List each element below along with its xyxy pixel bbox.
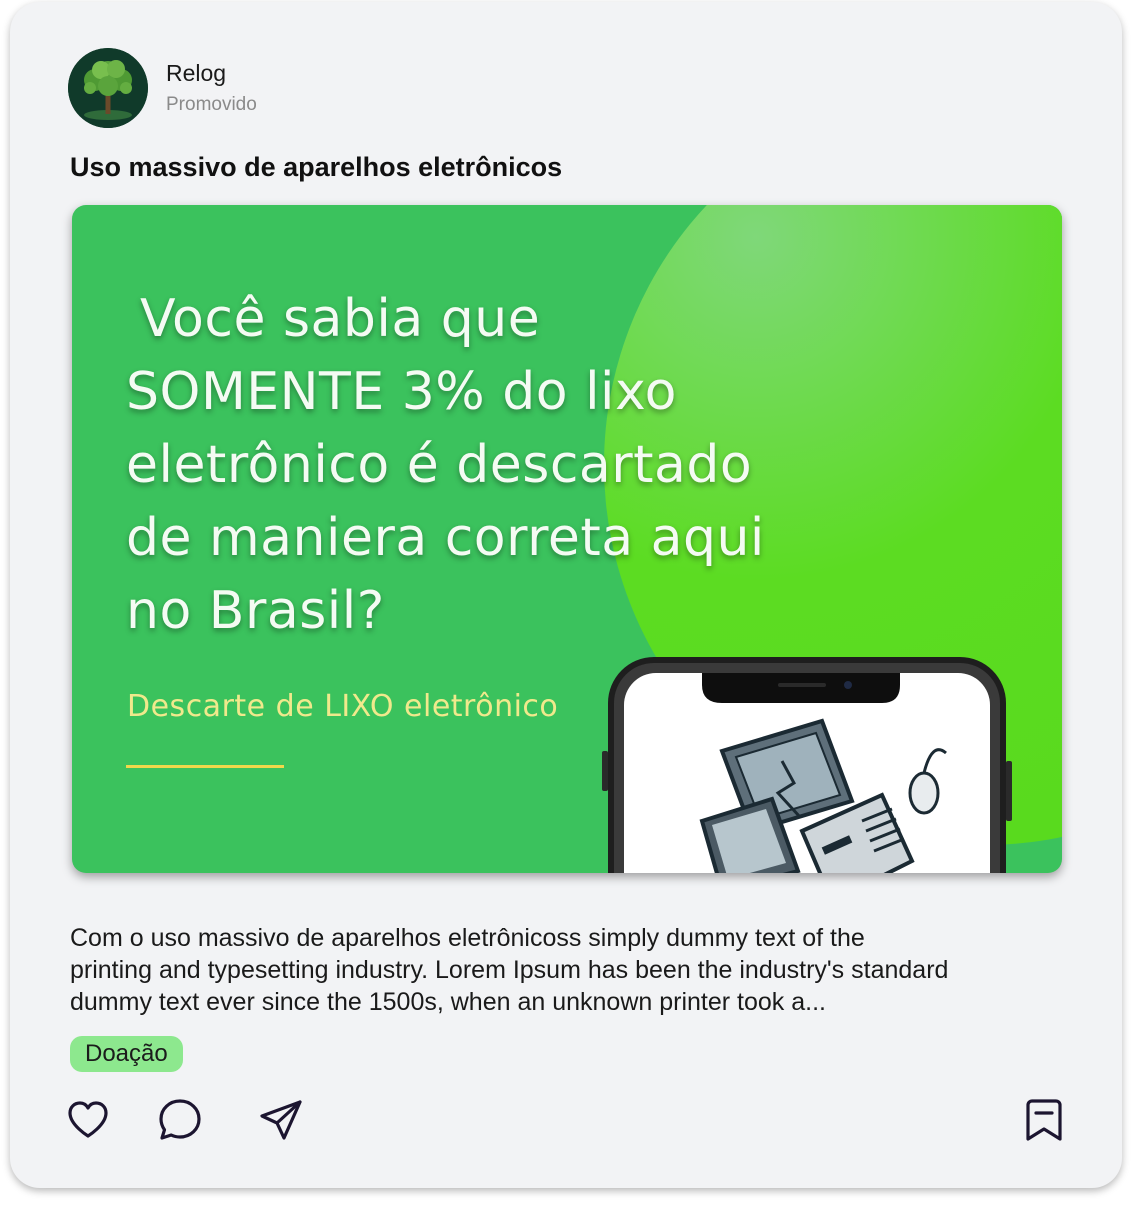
like-button[interactable] [64,1096,112,1144]
category-tag[interactable]: Doação [70,1036,183,1072]
banner-headline-line: SOMENTE 3% do lixo [126,362,677,422]
description-line: printing and typesetting industry. Lorem… [70,956,949,984]
post-card: Relog Promovido Uso massivo de aparelhos… [10,2,1122,1188]
banner-headline-line: de maniera correta aqui [126,508,765,568]
author-avatar[interactable] [68,48,148,128]
post-description: Com o uso massivo de aparelhos eletrônic… [70,922,1070,1018]
bookmark-icon [1026,1099,1062,1141]
post-image[interactable]: Você sabia que SOMENTE 3% do lixo eletrô… [72,205,1062,873]
banner-headline-line: eletrônico é descartado [126,435,753,495]
heart-icon [68,1101,108,1138]
description-line: dummy text ever since the 1500s, when an… [70,988,826,1016]
comment-icon [159,1099,201,1140]
comment-button[interactable] [156,1096,204,1144]
post-title: Uso massivo de aparelhos eletrônicos [70,152,563,182]
author-name[interactable]: Relog [166,60,226,87]
banner-headline: Você sabia que SOMENTE 3% do lixo eletrô… [126,283,826,648]
banner-divider [126,765,284,768]
tree-logo-icon [68,48,148,128]
description-line: Com o uso massivo de aparelhos eletrônic… [70,924,865,952]
banner-headline-line: Você sabia que [140,289,541,349]
promoted-label: Promovido [166,94,257,115]
share-button[interactable] [258,1096,306,1144]
banner-headline-line: no Brasil? [126,581,385,641]
banner-subtitle: Descarte de LIXO eletrônico [127,689,559,724]
phone-illustration [602,657,1012,873]
share-icon [260,1100,302,1140]
bookmark-button[interactable] [1020,1096,1068,1144]
